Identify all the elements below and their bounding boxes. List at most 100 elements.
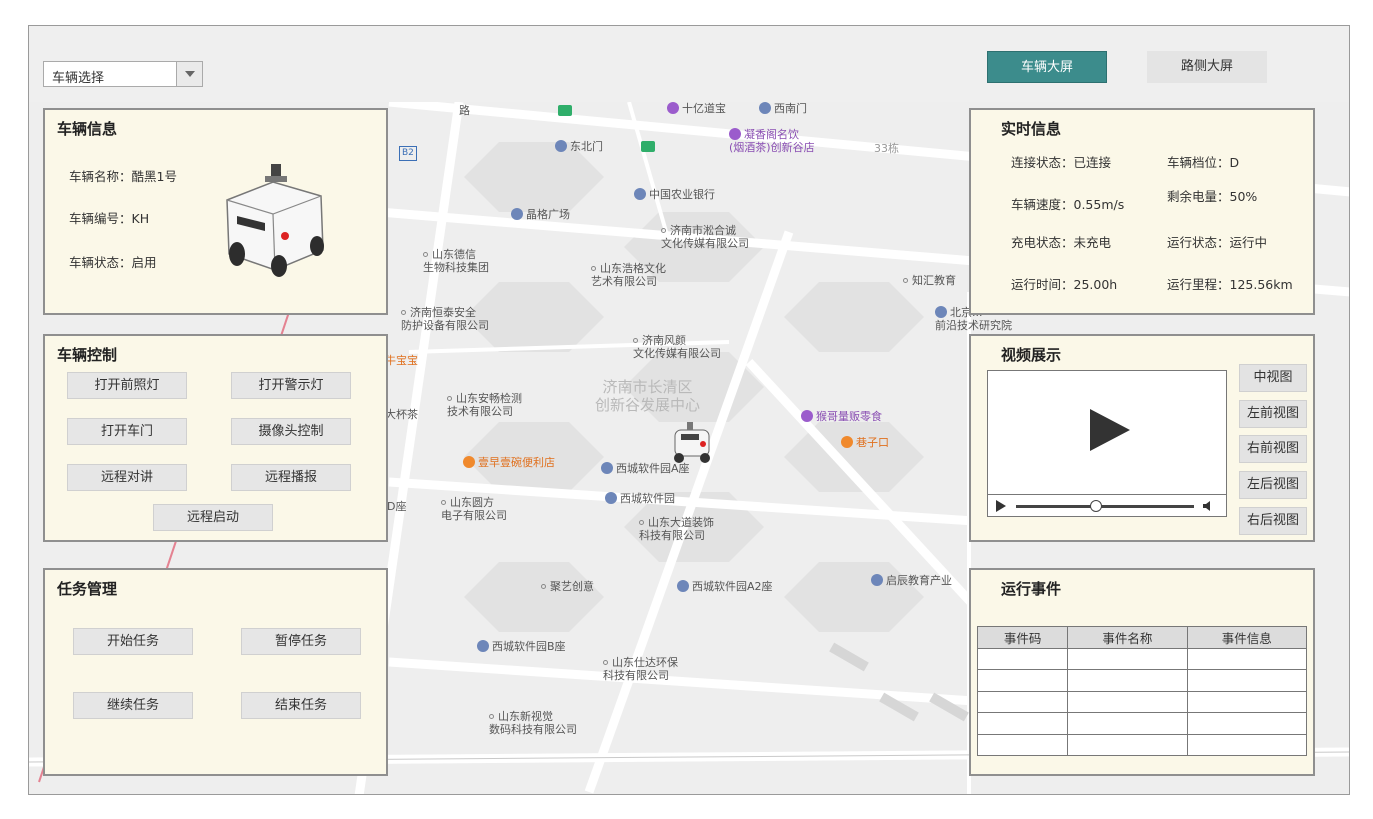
table-cell — [1186, 647, 1308, 670]
panel-title: 车辆控制 — [57, 346, 118, 364]
map-label: 33栋 — [874, 142, 899, 155]
poi-pin-icon — [729, 128, 741, 140]
remote-start-button[interactable]: 远程启动 — [153, 504, 273, 531]
open-door-button[interactable]: 打开车门 — [67, 418, 187, 445]
poi-pin-icon — [935, 306, 947, 318]
table-cell — [1067, 647, 1188, 670]
charging-status: 充电状态：未充电 — [1011, 235, 1112, 250]
connection-status: 连接状态：已连接 — [1011, 155, 1112, 170]
parking-icon — [558, 104, 575, 117]
map-poi: 济南风颜 文化传媒有限公司 — [633, 334, 721, 360]
table-cell — [976, 733, 1069, 756]
table-cell — [1186, 669, 1308, 692]
realtime-info-panel: 实时信息 连接状态：已连接 车辆档位：D 车辆速度：0.55m/s 剩余电量：5… — [969, 108, 1315, 315]
panel-title: 运行事件 — [1001, 580, 1062, 598]
poi-pin-icon — [601, 462, 613, 474]
table-cell — [976, 647, 1069, 670]
top-bar: 车辆选择 车辆大屏 路侧大屏 — [29, 26, 1349, 102]
events-table-body — [976, 647, 1308, 756]
poi-pin-icon — [477, 640, 489, 652]
tab-vehicle-screen[interactable]: 车辆大屏 — [987, 51, 1107, 83]
vehicle-info-panel: 车辆信息 车辆名称：酷黑1号 车辆编号：KH 车辆状态：启用 — [43, 108, 388, 315]
map-poi: 济南市淞合诚 文化传媒有限公司 — [661, 224, 749, 250]
view-rear-right-button[interactable]: 右后视图 — [1239, 507, 1307, 535]
play-small-icon[interactable] — [996, 500, 1006, 512]
view-rear-left-button[interactable]: 左后视图 — [1239, 471, 1307, 499]
speed-value: 车辆速度：0.55m/s — [1011, 197, 1125, 212]
robot-marker-icon — [674, 422, 710, 463]
video-player[interactable] — [987, 370, 1227, 517]
table-row — [976, 647, 1308, 670]
poi-pin-icon — [667, 102, 679, 114]
volume-icon[interactable] — [1202, 500, 1214, 512]
map-poi: 中国农业银行 — [634, 188, 715, 201]
tab-roadside-screen[interactable]: 路侧大屏 — [1147, 51, 1267, 83]
poi-pin-icon — [841, 436, 853, 448]
column-header: 事件码 — [976, 626, 1069, 649]
table-row — [976, 733, 1308, 756]
end-task-button[interactable]: 结束任务 — [241, 692, 361, 719]
table-cell — [1186, 690, 1308, 713]
view-front-right-button[interactable]: 右前视图 — [1239, 435, 1307, 463]
battery-value: 剩余电量：50% — [1167, 189, 1258, 204]
map-poi: 西南门 — [759, 102, 807, 115]
map-poi: 西城软件园A座 — [601, 462, 690, 475]
map-poi: 凝香阁名饮 (烟酒茶)创新谷店 — [729, 128, 815, 154]
table-cell — [976, 690, 1069, 713]
progress-knob[interactable] — [1090, 500, 1103, 512]
view-front-left-button[interactable]: 左前视图 — [1239, 400, 1307, 428]
chevron-down-icon[interactable] — [176, 62, 202, 86]
table-cell — [1067, 712, 1188, 735]
vehicle-select-value: 车辆选择 — [52, 71, 105, 86]
map-poi: 大杯茶 — [385, 408, 418, 421]
vehicle-select[interactable]: 车辆选择 — [43, 61, 203, 87]
map-poi: 东北门 — [555, 140, 603, 153]
robot-vehicle-icon — [226, 164, 324, 277]
vehicle-code: 车辆编号：KH — [69, 211, 150, 226]
remote-intercom-button[interactable]: 远程对讲 — [67, 464, 187, 491]
dashboard-frame: 车辆选择 车辆大屏 路侧大屏 路 十亿道宝 西南门 凝香阁名饮 (烟酒茶)创新谷… — [28, 25, 1350, 795]
play-icon[interactable] — [1090, 409, 1130, 451]
poi-pin-icon — [677, 580, 689, 592]
gear-status: 车辆档位：D — [1167, 155, 1240, 170]
poi-pin-icon — [605, 492, 617, 504]
map-poi: 山东浩格文化 艺术有限公司 — [591, 262, 666, 288]
table-cell — [1067, 733, 1188, 756]
run-status: 运行状态：运行中 — [1167, 235, 1268, 250]
warning-light-button[interactable]: 打开警示灯 — [231, 372, 351, 399]
parking-icon — [641, 140, 658, 153]
map-poi: 山东新视觉 数码科技有限公司 — [489, 710, 577, 736]
camera-control-button[interactable]: 摄像头控制 — [231, 418, 351, 445]
panel-title: 车辆信息 — [57, 120, 118, 138]
map-poi: 十亿道宝 — [667, 102, 726, 115]
map-poi: 山东安畅检测 技术有限公司 — [447, 392, 522, 418]
panel-title: 实时信息 — [1001, 120, 1062, 138]
video-panel: 视频展示 中视图 左前视图 右前视图 左后视图 右后视图 — [969, 334, 1315, 542]
remote-broadcast-button[interactable]: 远程播报 — [231, 464, 351, 491]
poi-pin-icon — [463, 456, 475, 468]
table-row — [976, 712, 1308, 735]
table-row — [976, 690, 1308, 713]
map-poi: 巷子口 — [841, 436, 889, 449]
progress-track[interactable] — [1016, 505, 1194, 508]
table-cell — [976, 669, 1069, 692]
start-task-button[interactable]: 开始任务 — [73, 628, 193, 655]
run-time: 运行时间：25.00h — [1011, 277, 1118, 292]
headlight-button[interactable]: 打开前照灯 — [67, 372, 187, 399]
map-poi: D座 — [387, 500, 407, 513]
view-center-button[interactable]: 中视图 — [1239, 364, 1307, 392]
vehicle-status: 车辆状态：启用 — [69, 255, 157, 270]
resume-task-button[interactable]: 继续任务 — [73, 692, 193, 719]
table-row — [976, 669, 1308, 692]
column-header: 事件名称 — [1067, 626, 1188, 649]
table-cell — [976, 712, 1069, 735]
video-controls — [988, 494, 1226, 516]
pause-task-button[interactable]: 暂停任务 — [241, 628, 361, 655]
poi-pin-icon — [511, 208, 523, 220]
poi-pin-icon — [759, 102, 771, 114]
map-poi: 知汇教育 — [903, 274, 956, 287]
events-table: 事件码 事件名称 事件信息 — [976, 626, 1308, 756]
table-cell — [1067, 690, 1188, 713]
mileage-value: 运行里程：125.56km — [1167, 277, 1293, 292]
map-poi: 山东大道装饰 科技有限公司 — [639, 516, 714, 542]
